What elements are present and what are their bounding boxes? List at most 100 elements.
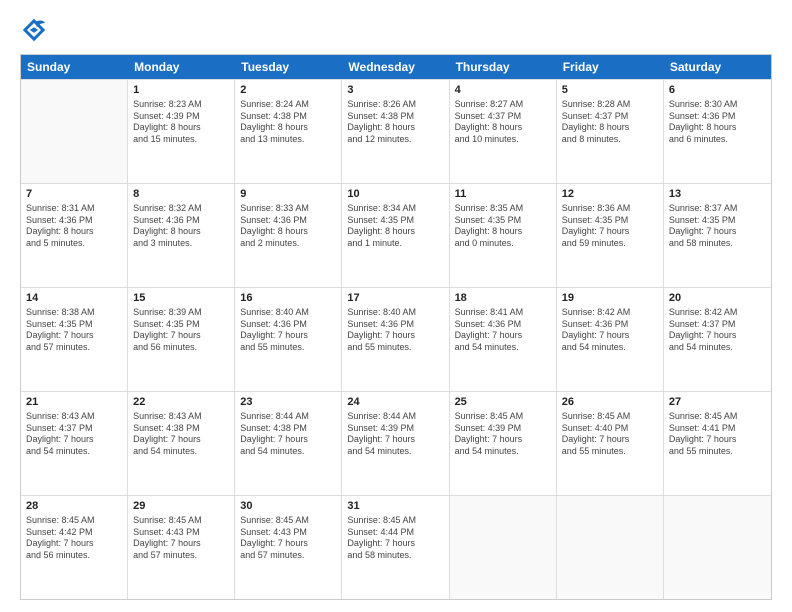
calendar-row: 7Sunrise: 8:31 AM Sunset: 4:36 PM Daylig… xyxy=(21,183,771,287)
calendar-header: SundayMondayTuesdayWednesdayThursdayFrid… xyxy=(21,55,771,79)
cell-info: Sunrise: 8:24 AM Sunset: 4:38 PM Dayligh… xyxy=(240,99,336,146)
day-number: 13 xyxy=(669,187,766,202)
day-number: 18 xyxy=(455,291,551,306)
day-number: 31 xyxy=(347,499,443,514)
cell-info: Sunrise: 8:32 AM Sunset: 4:36 PM Dayligh… xyxy=(133,203,229,250)
cell-info: Sunrise: 8:37 AM Sunset: 4:35 PM Dayligh… xyxy=(669,203,766,250)
calendar-cell xyxy=(664,496,771,599)
day-number: 10 xyxy=(347,187,443,202)
cell-info: Sunrise: 8:40 AM Sunset: 4:36 PM Dayligh… xyxy=(240,307,336,354)
logo xyxy=(20,16,52,44)
cell-info: Sunrise: 8:26 AM Sunset: 4:38 PM Dayligh… xyxy=(347,99,443,146)
day-number: 28 xyxy=(26,499,122,514)
cell-info: Sunrise: 8:45 AM Sunset: 4:40 PM Dayligh… xyxy=(562,411,658,458)
day-number: 21 xyxy=(26,395,122,410)
header-day: Sunday xyxy=(21,55,128,79)
day-number: 30 xyxy=(240,499,336,514)
calendar-cell: 14Sunrise: 8:38 AM Sunset: 4:35 PM Dayli… xyxy=(21,288,128,391)
cell-info: Sunrise: 8:39 AM Sunset: 4:35 PM Dayligh… xyxy=(133,307,229,354)
header-day: Saturday xyxy=(664,55,771,79)
calendar: SundayMondayTuesdayWednesdayThursdayFrid… xyxy=(20,54,772,600)
calendar-cell: 28Sunrise: 8:45 AM Sunset: 4:42 PM Dayli… xyxy=(21,496,128,599)
header-day: Wednesday xyxy=(342,55,449,79)
cell-info: Sunrise: 8:31 AM Sunset: 4:36 PM Dayligh… xyxy=(26,203,122,250)
calendar-cell xyxy=(557,496,664,599)
day-number: 24 xyxy=(347,395,443,410)
calendar-cell xyxy=(21,80,128,183)
day-number: 23 xyxy=(240,395,336,410)
logo-icon xyxy=(20,16,48,44)
day-number: 25 xyxy=(455,395,551,410)
cell-info: Sunrise: 8:42 AM Sunset: 4:37 PM Dayligh… xyxy=(669,307,766,354)
calendar-cell: 5Sunrise: 8:28 AM Sunset: 4:37 PM Daylig… xyxy=(557,80,664,183)
calendar-cell: 26Sunrise: 8:45 AM Sunset: 4:40 PM Dayli… xyxy=(557,392,664,495)
cell-info: Sunrise: 8:34 AM Sunset: 4:35 PM Dayligh… xyxy=(347,203,443,250)
calendar-row: 28Sunrise: 8:45 AM Sunset: 4:42 PM Dayli… xyxy=(21,495,771,599)
day-number: 19 xyxy=(562,291,658,306)
day-number: 9 xyxy=(240,187,336,202)
day-number: 4 xyxy=(455,83,551,98)
calendar-cell: 10Sunrise: 8:34 AM Sunset: 4:35 PM Dayli… xyxy=(342,184,449,287)
cell-info: Sunrise: 8:44 AM Sunset: 4:38 PM Dayligh… xyxy=(240,411,336,458)
calendar-cell: 8Sunrise: 8:32 AM Sunset: 4:36 PM Daylig… xyxy=(128,184,235,287)
cell-info: Sunrise: 8:23 AM Sunset: 4:39 PM Dayligh… xyxy=(133,99,229,146)
day-number: 15 xyxy=(133,291,229,306)
cell-info: Sunrise: 8:35 AM Sunset: 4:35 PM Dayligh… xyxy=(455,203,551,250)
cell-info: Sunrise: 8:45 AM Sunset: 4:43 PM Dayligh… xyxy=(133,515,229,562)
day-number: 29 xyxy=(133,499,229,514)
day-number: 17 xyxy=(347,291,443,306)
header-day: Monday xyxy=(128,55,235,79)
calendar-cell: 21Sunrise: 8:43 AM Sunset: 4:37 PM Dayli… xyxy=(21,392,128,495)
cell-info: Sunrise: 8:45 AM Sunset: 4:43 PM Dayligh… xyxy=(240,515,336,562)
calendar-cell: 29Sunrise: 8:45 AM Sunset: 4:43 PM Dayli… xyxy=(128,496,235,599)
calendar-cell: 25Sunrise: 8:45 AM Sunset: 4:39 PM Dayli… xyxy=(450,392,557,495)
calendar-cell: 20Sunrise: 8:42 AM Sunset: 4:37 PM Dayli… xyxy=(664,288,771,391)
calendar-cell: 31Sunrise: 8:45 AM Sunset: 4:44 PM Dayli… xyxy=(342,496,449,599)
cell-info: Sunrise: 8:36 AM Sunset: 4:35 PM Dayligh… xyxy=(562,203,658,250)
calendar-cell: 6Sunrise: 8:30 AM Sunset: 4:36 PM Daylig… xyxy=(664,80,771,183)
cell-info: Sunrise: 8:41 AM Sunset: 4:36 PM Dayligh… xyxy=(455,307,551,354)
calendar-cell: 22Sunrise: 8:43 AM Sunset: 4:38 PM Dayli… xyxy=(128,392,235,495)
day-number: 3 xyxy=(347,83,443,98)
cell-info: Sunrise: 8:30 AM Sunset: 4:36 PM Dayligh… xyxy=(669,99,766,146)
cell-info: Sunrise: 8:43 AM Sunset: 4:37 PM Dayligh… xyxy=(26,411,122,458)
header-day: Friday xyxy=(557,55,664,79)
day-number: 20 xyxy=(669,291,766,306)
cell-info: Sunrise: 8:43 AM Sunset: 4:38 PM Dayligh… xyxy=(133,411,229,458)
cell-info: Sunrise: 8:33 AM Sunset: 4:36 PM Dayligh… xyxy=(240,203,336,250)
calendar-cell: 16Sunrise: 8:40 AM Sunset: 4:36 PM Dayli… xyxy=(235,288,342,391)
day-number: 6 xyxy=(669,83,766,98)
day-number: 5 xyxy=(562,83,658,98)
day-number: 2 xyxy=(240,83,336,98)
calendar-cell: 9Sunrise: 8:33 AM Sunset: 4:36 PM Daylig… xyxy=(235,184,342,287)
calendar-row: 14Sunrise: 8:38 AM Sunset: 4:35 PM Dayli… xyxy=(21,287,771,391)
cell-info: Sunrise: 8:42 AM Sunset: 4:36 PM Dayligh… xyxy=(562,307,658,354)
day-number: 12 xyxy=(562,187,658,202)
calendar-cell: 19Sunrise: 8:42 AM Sunset: 4:36 PM Dayli… xyxy=(557,288,664,391)
calendar-cell: 24Sunrise: 8:44 AM Sunset: 4:39 PM Dayli… xyxy=(342,392,449,495)
cell-info: Sunrise: 8:27 AM Sunset: 4:37 PM Dayligh… xyxy=(455,99,551,146)
cell-info: Sunrise: 8:28 AM Sunset: 4:37 PM Dayligh… xyxy=(562,99,658,146)
day-number: 8 xyxy=(133,187,229,202)
calendar-cell: 15Sunrise: 8:39 AM Sunset: 4:35 PM Dayli… xyxy=(128,288,235,391)
calendar-cell: 27Sunrise: 8:45 AM Sunset: 4:41 PM Dayli… xyxy=(664,392,771,495)
calendar-cell xyxy=(450,496,557,599)
calendar-cell: 4Sunrise: 8:27 AM Sunset: 4:37 PM Daylig… xyxy=(450,80,557,183)
day-number: 26 xyxy=(562,395,658,410)
calendar-cell: 1Sunrise: 8:23 AM Sunset: 4:39 PM Daylig… xyxy=(128,80,235,183)
calendar-cell: 18Sunrise: 8:41 AM Sunset: 4:36 PM Dayli… xyxy=(450,288,557,391)
calendar-cell: 12Sunrise: 8:36 AM Sunset: 4:35 PM Dayli… xyxy=(557,184,664,287)
calendar-cell: 7Sunrise: 8:31 AM Sunset: 4:36 PM Daylig… xyxy=(21,184,128,287)
calendar-cell: 13Sunrise: 8:37 AM Sunset: 4:35 PM Dayli… xyxy=(664,184,771,287)
cell-info: Sunrise: 8:38 AM Sunset: 4:35 PM Dayligh… xyxy=(26,307,122,354)
day-number: 22 xyxy=(133,395,229,410)
calendar-cell: 30Sunrise: 8:45 AM Sunset: 4:43 PM Dayli… xyxy=(235,496,342,599)
header-day: Thursday xyxy=(450,55,557,79)
day-number: 7 xyxy=(26,187,122,202)
cell-info: Sunrise: 8:45 AM Sunset: 4:39 PM Dayligh… xyxy=(455,411,551,458)
calendar-cell: 3Sunrise: 8:26 AM Sunset: 4:38 PM Daylig… xyxy=(342,80,449,183)
day-number: 1 xyxy=(133,83,229,98)
cell-info: Sunrise: 8:45 AM Sunset: 4:44 PM Dayligh… xyxy=(347,515,443,562)
day-number: 14 xyxy=(26,291,122,306)
calendar-body: 1Sunrise: 8:23 AM Sunset: 4:39 PM Daylig… xyxy=(21,79,771,599)
